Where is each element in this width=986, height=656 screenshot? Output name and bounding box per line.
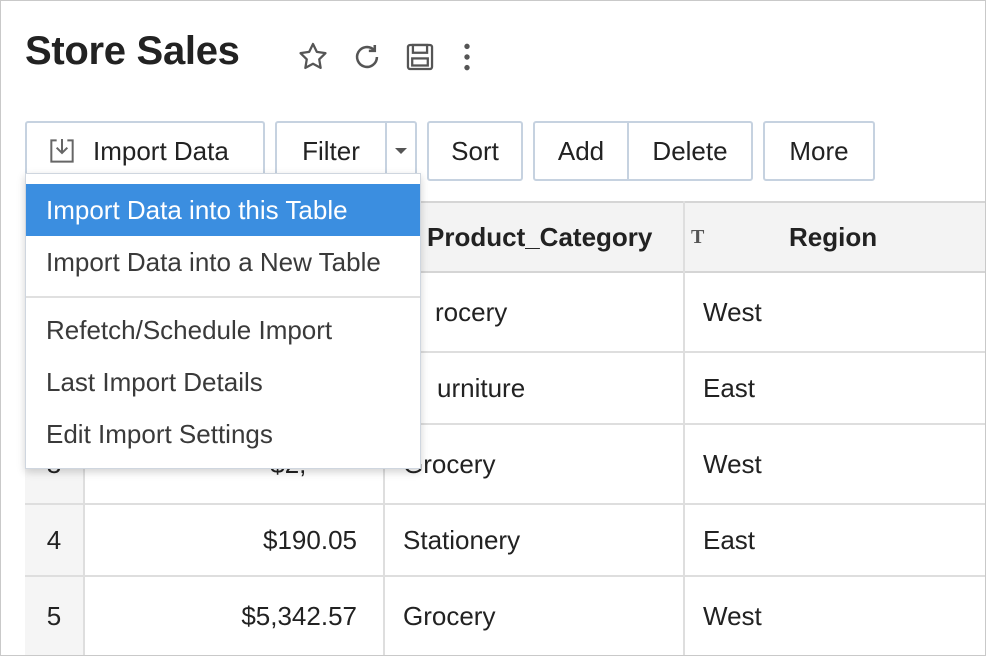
- more-vertical-icon[interactable]: [449, 39, 485, 75]
- more-button[interactable]: More: [763, 121, 875, 181]
- table-cell-region[interactable]: West: [685, 425, 985, 503]
- table-cell-region[interactable]: East: [685, 353, 985, 423]
- text-type-icon: T: [691, 225, 705, 248]
- refresh-icon[interactable]: [349, 39, 385, 75]
- delete-button[interactable]: Delete: [629, 136, 751, 167]
- app-window: Store Sales Import Data Filter Sort Add …: [0, 0, 986, 656]
- filter-split-button: Filter: [275, 121, 417, 181]
- add-delete-group: Add Delete: [533, 121, 753, 181]
- table-cell-category[interactable]: Grocery: [385, 425, 683, 503]
- table-cell-amount[interactable]: $5,342.57: [85, 577, 383, 655]
- row-number: 4: [25, 505, 83, 575]
- table-cell-category[interactable]: rocery: [385, 273, 683, 351]
- menu-item-import-into-new-table[interactable]: Import Data into a New Table: [26, 236, 420, 288]
- import-icon: [45, 135, 79, 167]
- table-cell-amount[interactable]: $190.05: [85, 505, 383, 575]
- table-cell-category[interactable]: urniture: [385, 353, 683, 423]
- column-header-region[interactable]: Region: [789, 203, 985, 271]
- filter-button[interactable]: Filter: [277, 136, 385, 167]
- table-cell-region[interactable]: East: [685, 505, 985, 575]
- table-cell-category[interactable]: Grocery: [385, 577, 683, 655]
- sort-button[interactable]: Sort: [427, 121, 523, 181]
- menu-item-refetch-schedule-import[interactable]: Refetch/Schedule Import: [26, 304, 420, 356]
- menu-divider: [26, 296, 420, 298]
- page-title: Store Sales: [25, 29, 240, 73]
- row-number: 5: [25, 577, 83, 655]
- table-cell-region[interactable]: West: [685, 273, 985, 351]
- import-data-label: Import Data: [93, 135, 229, 166]
- star-icon[interactable]: [295, 39, 331, 75]
- table-cell-region[interactable]: West: [685, 577, 985, 655]
- add-button[interactable]: Add: [535, 136, 627, 167]
- chevron-down-icon[interactable]: [387, 146, 415, 156]
- table-cell-category[interactable]: Stationery: [385, 505, 683, 575]
- import-data-button[interactable]: Import Data: [25, 121, 265, 181]
- menu-item-import-into-this-table[interactable]: Import Data into this Table: [26, 184, 420, 236]
- import-dropdown-menu: Import Data into this Table Import Data …: [25, 173, 421, 469]
- column-header-product-category[interactable]: Product_Category: [425, 203, 685, 271]
- save-icon[interactable]: [402, 39, 438, 75]
- menu-item-last-import-details[interactable]: Last Import Details: [26, 356, 420, 408]
- menu-item-edit-import-settings[interactable]: Edit Import Settings: [26, 408, 420, 460]
